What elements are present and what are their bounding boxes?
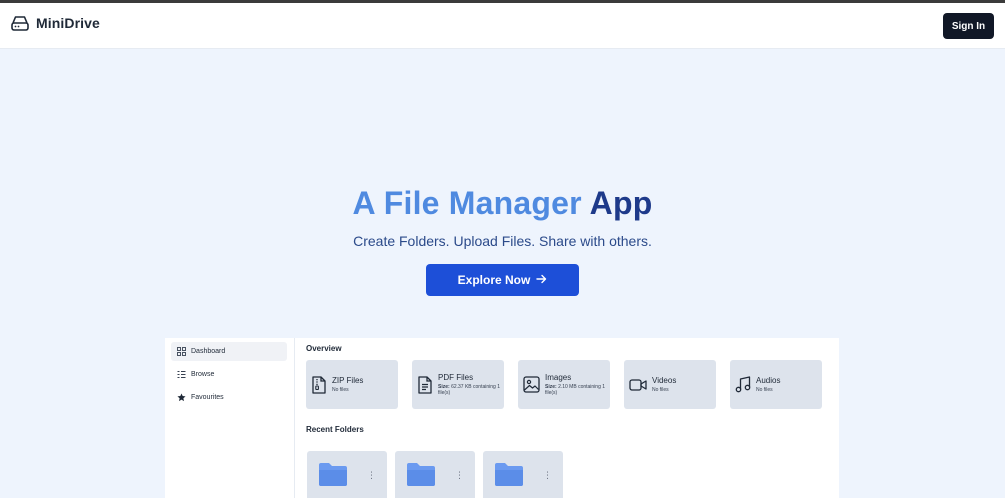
preview-sidebar: Dashboard Browse Favourites: [165, 338, 295, 498]
sidebar-item-label: Browse: [191, 371, 215, 378]
card-zip-files[interactable]: ZIP Files No files: [306, 360, 398, 409]
music-icon: [735, 376, 751, 393]
card-subtitle: Size: 2.10 MB containing 1 file(s): [545, 384, 609, 396]
list-icon: [177, 370, 186, 379]
zip-file-icon: [311, 375, 327, 394]
hard-drive-icon: [10, 14, 30, 32]
card-subtitle: No files: [652, 387, 669, 393]
more-options-icon[interactable]: ⋮: [367, 471, 376, 480]
preview-main: Overview ZIP Files No files PDF Files Si…: [306, 338, 839, 498]
card-subtitle: No files: [332, 387, 349, 393]
hero-title-part2: App: [589, 185, 653, 221]
hero-title-part1: A File Manager: [352, 185, 582, 221]
sidebar-item-label: Favourites: [191, 394, 224, 401]
recent-folders: ⋮ ⋮ ⋮: [306, 451, 836, 498]
more-options-icon[interactable]: ⋮: [543, 471, 552, 480]
video-icon: [629, 378, 647, 392]
sidebar-item-dashboard[interactable]: Dashboard: [171, 342, 287, 361]
brand[interactable]: MiniDrive: [10, 14, 100, 32]
explore-now-button[interactable]: Explore Now: [426, 264, 579, 296]
folder-card[interactable]: ⋮: [483, 451, 563, 498]
sidebar-item-favourites[interactable]: Favourites: [171, 388, 287, 407]
card-title: ZIP Files: [332, 376, 364, 385]
card-images[interactable]: Images Size: 2.10 MB containing 1 file(s…: [518, 360, 610, 409]
brand-name: MiniDrive: [36, 15, 100, 31]
card-subtitle: No files: [756, 387, 773, 393]
sidebar-item-label: Dashboard: [191, 348, 226, 355]
card-videos[interactable]: Videos No files: [624, 360, 716, 409]
card-pdf-files[interactable]: PDF Files Size: 62.37 KB containing 1 fi…: [412, 360, 504, 409]
folder-icon: [494, 461, 524, 492]
sidebar-item-browse[interactable]: Browse: [171, 365, 287, 384]
hero-subtitle: Create Folders. Upload Files. Share with…: [353, 233, 652, 249]
pdf-file-icon: [417, 375, 433, 394]
explore-label: Explore Now: [457, 273, 531, 287]
recent-folders-title: Recent Folders: [306, 425, 364, 434]
more-options-icon[interactable]: ⋮: [455, 471, 464, 480]
overview-cards: ZIP Files No files PDF Files Size: 62.37…: [306, 360, 836, 410]
sign-in-button[interactable]: Sign In: [943, 13, 994, 39]
grid-icon: [177, 347, 186, 356]
folder-icon: [406, 461, 436, 492]
card-subtitle: Size: 62.37 KB containing 1 file(s): [438, 384, 502, 396]
overview-title: Overview: [306, 344, 342, 353]
card-title: Videos: [652, 376, 677, 385]
card-title: Audios: [756, 376, 781, 385]
dashboard-preview: Dashboard Browse Favourites Overview ZIP…: [165, 338, 839, 498]
folder-icon: [318, 461, 348, 492]
card-audios[interactable]: Audios No files: [730, 360, 822, 409]
app-header: MiniDrive Sign In: [0, 3, 1005, 49]
card-title: Images: [545, 373, 572, 382]
card-title: PDF Files: [438, 373, 474, 382]
folder-card[interactable]: ⋮: [307, 451, 387, 498]
star-icon: [177, 393, 186, 402]
arrow-right-icon: [536, 273, 547, 287]
image-icon: [523, 376, 540, 393]
folder-card[interactable]: ⋮: [395, 451, 475, 498]
hero-title: A File Manager App: [0, 185, 1005, 222]
